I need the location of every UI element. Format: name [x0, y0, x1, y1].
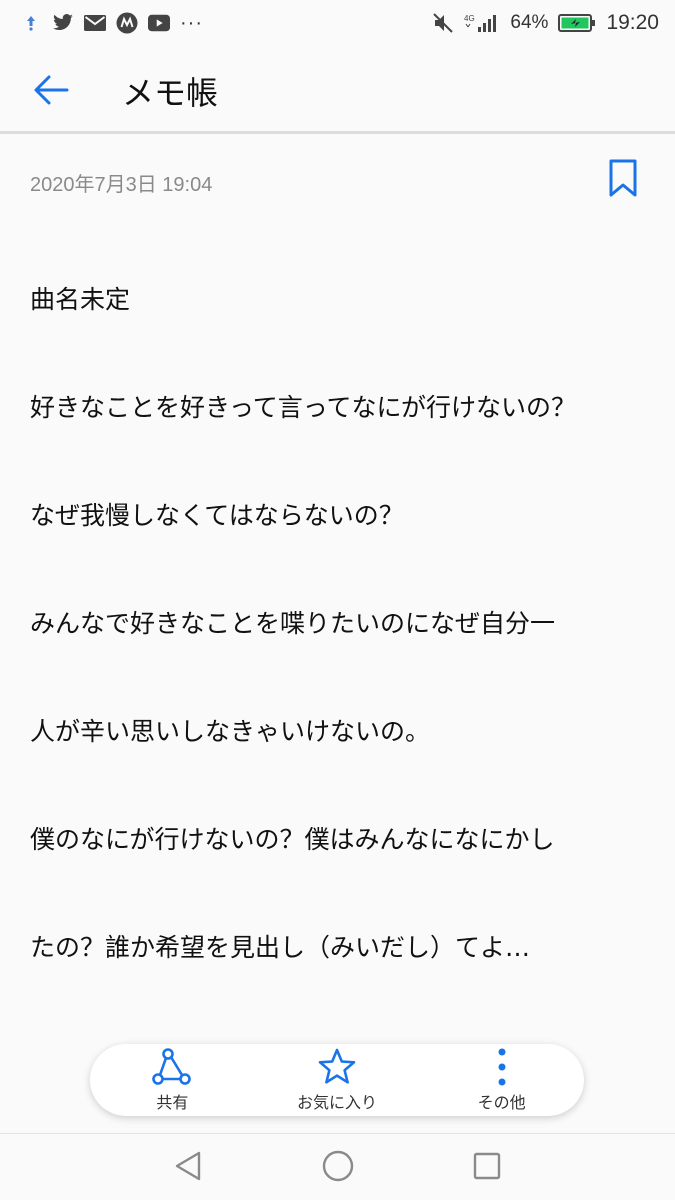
status-right: 4G 64% 19:20 — [432, 11, 659, 35]
app-bar-divider — [0, 131, 675, 134]
nav-home-button[interactable] — [320, 1148, 356, 1184]
note-body[interactable]: 曲名未定 好きなことを好きって言ってなにが行けないの？ なぜ我慢しなくてはならな… — [30, 210, 660, 1002]
more-button[interactable]: その他 — [437, 1047, 567, 1113]
status-left: ··· — [20, 12, 203, 35]
mute-icon — [432, 12, 454, 34]
page-title: メモ帳 — [122, 74, 219, 112]
m-circle-icon — [116, 12, 138, 34]
square-recents-icon — [473, 1152, 501, 1180]
share-icon — [152, 1047, 192, 1087]
note-line: たの？誰か希望を見出し（みいだし）てよ… — [30, 933, 531, 962]
nav-recents-button[interactable] — [469, 1148, 505, 1184]
note-line: みんなで好きなことを喋りたいのになぜ自分一 — [30, 609, 556, 638]
battery-charging-icon — [558, 12, 596, 34]
favorite-label: お気に入り — [296, 1093, 377, 1112]
nav-back-button[interactable] — [170, 1148, 206, 1184]
note-line: 僕のなにが行けないの？僕はみんなになにかし — [30, 825, 555, 854]
network-type-label: 4G — [464, 14, 475, 23]
arrow-left-icon — [34, 75, 69, 105]
battery-percent: 64% — [510, 12, 549, 33]
bookmark-button[interactable] — [606, 158, 640, 198]
back-button[interactable] — [30, 70, 72, 110]
triangle-back-icon — [175, 1151, 201, 1181]
twitter-icon — [52, 12, 74, 34]
note-date: 2020年7月3日 19:04 — [30, 174, 213, 196]
note-line: 人が辛い思いしなきゃいけないの。 — [30, 717, 431, 746]
bookmark-icon — [609, 159, 637, 197]
star-icon — [317, 1047, 357, 1087]
share-button[interactable]: 共有 — [107, 1047, 237, 1113]
status-bar: ··· 4G 64% 19:20 — [0, 0, 675, 46]
note-line: なぜ我慢しなくてはならないの？ — [30, 501, 404, 530]
signal-icon: 4G — [464, 12, 500, 34]
more-notifications-indicator: ··· — [180, 11, 203, 34]
system-nav-bar — [0, 1134, 675, 1200]
note-line: 曲名未定 — [30, 285, 131, 314]
action-bar: 共有 お気に入り その他 — [90, 1044, 584, 1116]
app-bar: メモ帳 — [0, 46, 675, 132]
more-label: その他 — [477, 1093, 526, 1112]
upload-arrow-icon — [20, 12, 42, 34]
more-vertical-icon — [482, 1047, 522, 1087]
note-line: 好きなことを好きって言ってなにが行けないの？ — [30, 393, 577, 422]
share-label: 共有 — [156, 1093, 189, 1112]
youtube-icon — [148, 12, 170, 34]
circle-home-icon — [322, 1150, 354, 1182]
mail-icon — [84, 12, 106, 34]
favorite-button[interactable]: お気に入り — [272, 1047, 402, 1113]
clock: 19:20 — [606, 11, 659, 34]
